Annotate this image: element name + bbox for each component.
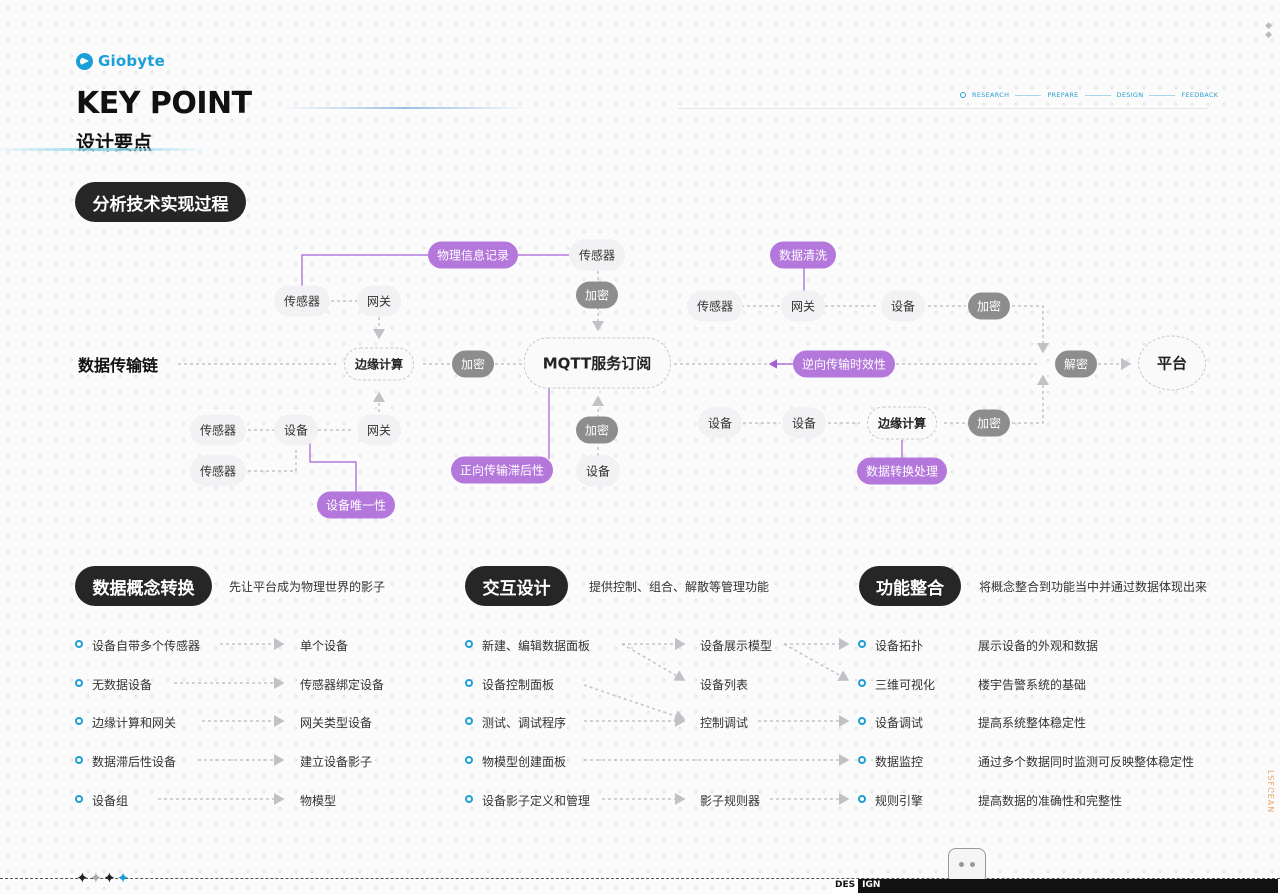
annotation-data-clean: 数据清洗 [769,241,837,269]
node-device: 设备 [880,290,926,322]
star-icon: ✦ [116,869,130,887]
star-icon: ✦ [103,869,116,887]
node-sensor: 传感器 [189,455,247,487]
list-item: 测试、调试程序 [482,716,567,730]
node-decrypt: 解密 [1054,350,1098,378]
node-platform: 平台 [1137,335,1207,391]
bullet-icon [858,640,866,648]
list-item: 设备拓扑 [875,639,924,653]
node-device: 设备 [781,407,827,439]
annotation-forward-lag: 正向传输滞后性 [450,456,554,484]
list-item: 数据滞后性设备 [92,755,177,769]
node-encrypt: 加密 [575,281,619,309]
bullet-icon [75,717,83,725]
bullet-icon [465,756,473,764]
bullet-icon [858,717,866,725]
node-gateway: 网关 [780,290,826,322]
node-sensor: 传感器 [568,239,626,271]
list-item-result: 网关类型设备 [300,716,373,730]
list-item-result: 楼宇告警系统的基础 [978,678,1087,692]
list-item-result: 单个设备 [300,639,349,653]
list-item: 无数据设备 [92,678,153,692]
node-device: 设备 [273,414,319,446]
bullet-icon [858,795,866,803]
list-item-result: 影子规则器 [700,794,761,808]
annotation-reverse-timeliness: 逆向传输时效性 [792,350,896,378]
list-item-result: 展示设备的外观和数据 [978,639,1099,653]
list-item: 设备控制面板 [482,678,555,692]
list-item: 设备自带多个传感器 [92,639,201,653]
bullet-icon [75,795,83,803]
bullet-icon [75,640,83,648]
design-tag-a: DES [832,879,859,893]
annotation-device-unique: 设备唯一性 [316,491,396,519]
list-item-result: 提高数据的准确性和完整性 [978,794,1123,808]
annotation-data-convert: 数据转换处理 [856,457,948,485]
list-item: 规则引擎 [875,794,924,808]
list-item: 三维可视化 [875,678,936,692]
node-encrypt: 加密 [451,350,495,378]
bullet-icon [465,679,473,687]
star-icon: ✦ [89,869,103,887]
node-device: 设备 [697,407,743,439]
column-desc-integration: 将概念整合到功能当中并通过数据体现出来 [979,580,1208,594]
column-desc-interaction: 提供控制、组合、解散等管理功能 [589,580,770,594]
bullet-icon [858,679,866,687]
star-icon: ✦ [76,869,89,887]
node-edge-computing: 边缘计算 [866,406,938,440]
column-desc-concept: 先让平台成为物理世界的影子 [229,580,386,594]
node-edge-computing: 边缘计算 [343,347,415,381]
column-title-integration: 功能整合 [859,566,961,606]
chain-label: 数据传输链 [78,356,159,375]
annotation-physical-info: 物理信息记录 [427,241,519,269]
design-tag: DES IGN [832,879,1279,893]
bullet-icon [75,679,83,687]
list-item: 数据监控 [875,755,924,769]
list-item: 边缘计算和网关 [92,716,177,730]
list-item: 物模型创建面板 [482,755,567,769]
bullet-icon [465,717,473,725]
list-item-result: 设备展示模型 [700,639,773,653]
bullet-icon [75,756,83,764]
list-item-result: 提高系统整体稳定性 [978,716,1087,730]
node-encrypt: 加密 [967,409,1011,437]
column-title-concept: 数据概念转换 [75,566,212,606]
design-tag-b: IGN [858,879,1279,893]
column-title-interaction: 交互设计 [465,566,568,606]
node-mqtt: MQTT服务订阅 [523,337,671,389]
list-item: 新建、编辑数据面板 [482,639,591,653]
node-encrypt: 加密 [967,292,1011,320]
list-item-result: 设备列表 [700,678,749,692]
list-item-result: 传感器绑定设备 [300,678,385,692]
list-item-result: 物模型 [300,794,337,808]
list-item-result: 通过多个数据同时监测可反映整体稳定性 [978,755,1195,769]
list-item: 设备影子定义和管理 [482,794,591,808]
node-encrypt: 加密 [575,416,619,444]
list-item-result: 建立设备影子 [300,755,373,769]
list-item: 设备组 [92,794,129,808]
node-sensor: 传感器 [273,285,331,317]
bullet-icon [465,795,473,803]
list-item: 设备调试 [875,716,924,730]
side-watermark: LSFCEAN [1266,770,1275,814]
list-item-result: 控制调试 [700,716,749,730]
bullet-icon [465,640,473,648]
node-sensor: 传感器 [686,290,744,322]
node-device: 设备 [575,455,621,487]
star-decoration: ✦ ✦ ✦ ✦ [76,869,129,887]
bullet-icon [858,756,866,764]
node-gateway: 网关 [356,285,402,317]
node-gateway: 网关 [356,414,402,446]
node-sensor: 传感器 [189,414,247,446]
